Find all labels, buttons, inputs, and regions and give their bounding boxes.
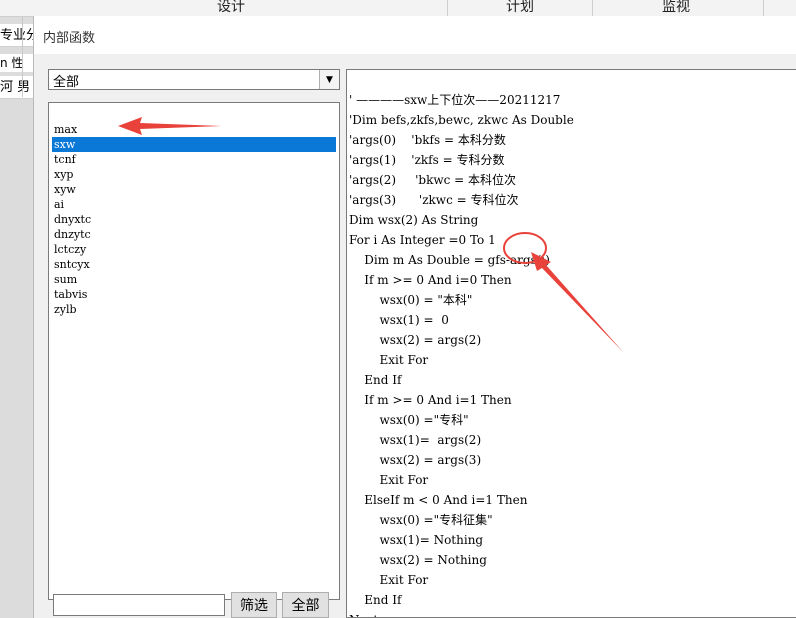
code-line: ElseIf m < 0 And i=1 Then [349,493,528,507]
function-list-item[interactable]: tabvis [52,287,336,302]
code-line: For i As Integer =0 To 1 [349,233,496,247]
builtin-functions-dialog: 内部函数 全部 ▼ max sxw tcnf xyp xyw ai dnyxtc dnzytc… [33,16,796,618]
code-line: wsx(2) = Nothing [349,553,487,567]
code-editor[interactable]: ' ————sxw上下位次——20211217 'Dim befs,zkfs,be… [346,69,796,618]
ribbon-separator [447,0,448,16]
category-select[interactable]: 全部 ▼ [48,69,340,90]
code-line: 'args(1) 'zkfs = 专科分数 [349,153,505,167]
dialog-title: 内部函数 [43,31,96,46]
code-line: ' ————sxw上下位次——20211217 [349,93,561,107]
ribbon-separator [763,0,764,16]
ribbon-separator [592,0,593,16]
code-line: Next [349,610,378,617]
category-select-value: 全部 [53,75,80,90]
background-sheet: 专业分 n 性 河 男 [0,17,33,618]
filter-button[interactable]: 筛选 [231,592,277,618]
code-line: wsx(0) ="专科" [349,413,469,427]
code-line: Exit For [349,573,429,587]
code-line: 'args(0) 'bkfs = 本科分数 [349,133,506,147]
code-line: If m >= 0 And i=1 Then [349,393,512,407]
dialog-titlebar[interactable]: 内部函数 [34,16,796,54]
code-line: End If [349,593,402,607]
tab-plan[interactable]: 计划 [506,0,534,16]
filter-input[interactable] [53,594,225,616]
background-ribbon: 设计 计划 监视 [0,0,796,17]
function-list-item[interactable]: sxw [52,137,336,152]
code-line: Exit For [349,353,429,367]
function-list-item[interactable]: max [52,122,336,137]
function-list-item[interactable]: xyp [52,167,336,182]
function-list-item[interactable]: zylb [52,302,336,317]
function-list-item[interactable]: ai [52,197,336,212]
code-line: 'args(2) 'bkwc = 本科位次 [349,173,517,187]
code-line: wsx(2) = args(3) [349,453,482,467]
function-list-item[interactable]: lctczy [52,242,336,257]
code-line: Exit For [349,473,429,487]
tab-monitor[interactable]: 监视 [662,0,690,16]
function-list-item[interactable]: dnyxtc [52,212,336,227]
code-line: wsx(1) = 0 [349,313,449,327]
function-list-item[interactable]: dnzytc [52,227,336,242]
code-line: If m >= 0 And i=0 Then [349,273,512,287]
code-line: wsx(2) = args(2) [349,333,482,347]
code-line: 'Dim befs,zkfs,bewc, zkwc As Double [349,113,574,127]
sheet-cell[interactable]: 专业分 [0,24,33,47]
sheet-cell[interactable]: 河 男 [0,76,33,99]
code-line: Dim m As Double = gfs-args(i) [349,253,550,267]
function-list-item[interactable]: sum [52,272,336,287]
sheet-gridline [22,17,23,97]
code-line: wsx(0) ="专科征集" [349,513,493,527]
code-line: Dim wsx(2) As String [349,213,479,227]
dropdown-arrow-icon[interactable]: ▼ [319,70,339,89]
tab-design[interactable]: 设计 [217,0,245,16]
function-list-item[interactable]: tcnf [52,152,336,167]
function-list[interactable]: max sxw tcnf xyp xyw ai dnyxtc dnzytc lctczy sntc… [48,102,340,600]
code-line: wsx(1)= Nothing [349,533,484,547]
sheet-cell[interactable]: n 性 [0,54,33,72]
function-list-item[interactable]: xyw [52,182,336,197]
show-all-button[interactable]: 全部 [282,592,329,618]
code-line: wsx(0) = "本科" [349,293,473,307]
function-list-item[interactable]: sntcyx [52,257,336,272]
code-line: End If [349,373,402,387]
code-line: 'args(3) 'zkwc = 专科位次 [349,193,519,207]
code-line: wsx(1)= args(2) [349,433,482,447]
